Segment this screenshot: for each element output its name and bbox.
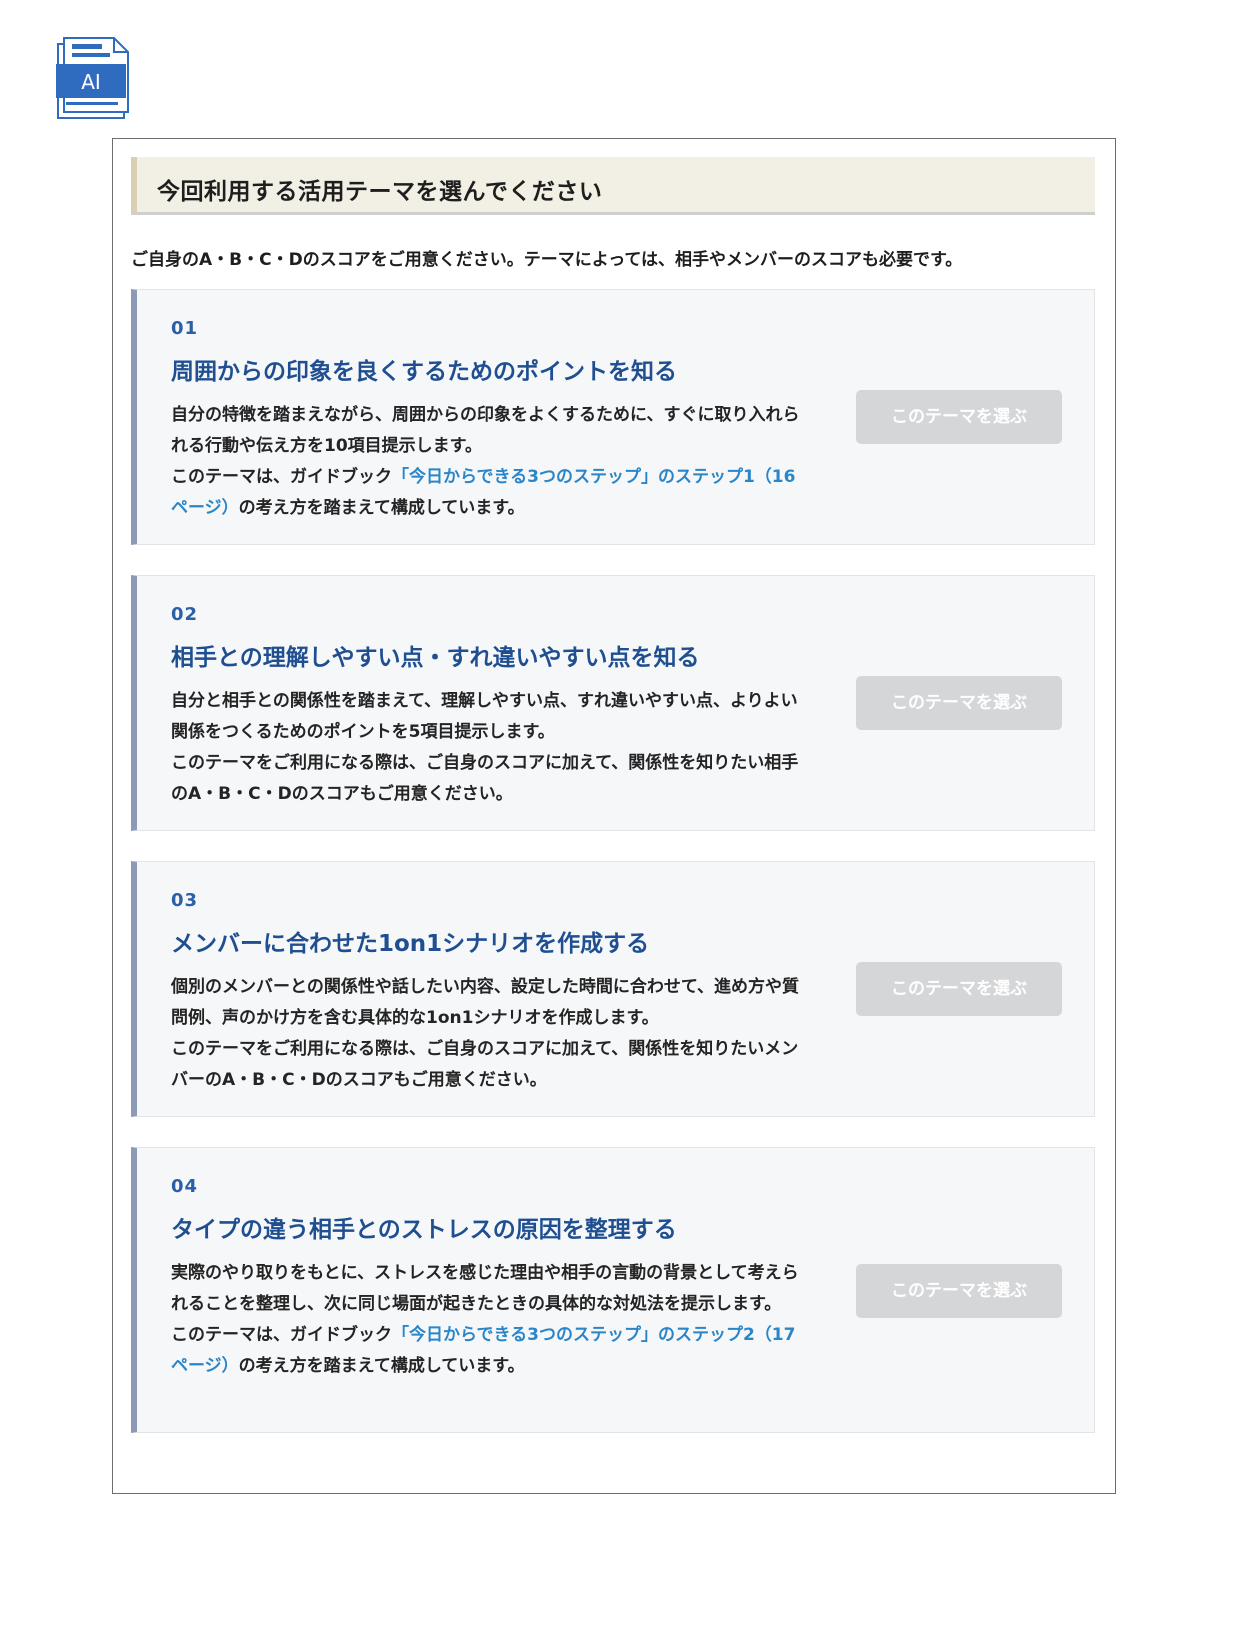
theme-desc-pre: このテーマは、ガイドブック [171, 467, 392, 487]
theme-description: 実際のやり取りをもとに、ストレスを感じた理由や相手の言動の背景として考えられるこ… [171, 1258, 806, 1382]
select-theme-button[interactable]: このテーマを選ぶ [856, 676, 1062, 730]
theme-desc-text: 実際のやり取りをもとに、ストレスを感じた理由や相手の言動の背景として考えられるこ… [171, 1263, 799, 1314]
theme-desc-pre: このテーマは、ガイドブック [171, 1325, 392, 1345]
theme-card-02: 02 相手との理解しやすい点・すれ違いやすい点を知る 自分と相手との関係性を踏ま… [131, 575, 1095, 831]
theme-desc-post: の考え方を踏まえて構成しています。 [238, 1356, 525, 1376]
theme-title: 相手との理解しやすい点・すれ違いやすい点を知る [171, 645, 700, 671]
theme-desc-note: このテーマをご利用になる際は、ご自身のスコアに加えて、関係性を知りたい相手のA・… [171, 753, 799, 804]
theme-description: 自分の特徴を踏まえながら、周囲からの印象をよくするために、すぐに取り入れられる行… [171, 400, 806, 524]
logo-text: AI [81, 70, 101, 94]
theme-number: 03 [171, 890, 199, 911]
theme-description: 個別のメンバーとの関係性や話したい内容、設定した時間に合わせて、進め方や質問例、… [171, 972, 806, 1096]
select-theme-button[interactable]: このテーマを選ぶ [856, 1264, 1062, 1318]
theme-title: メンバーに合わせた1on1シナリオを作成する [171, 931, 650, 957]
select-theme-button[interactable]: このテーマを選ぶ [856, 390, 1062, 444]
theme-desc-text: 自分と相手との関係性を踏まえて、理解しやすい点、すれ違いやすい点、よりよい関係を… [171, 691, 798, 742]
theme-card-01: 01 周囲からの印象を良くするためのポイントを知る 自分の特徴を踏まえながら、周… [131, 289, 1095, 545]
theme-desc-text: 自分の特徴を踏まえながら、周囲からの印象をよくするために、すぐに取り入れられる行… [171, 405, 800, 456]
theme-card-04: 04 タイプの違う相手とのストレスの原因を整理する 実際のやり取りをもとに、スト… [131, 1147, 1095, 1433]
theme-title: 周囲からの印象を良くするためのポイントを知る [171, 359, 677, 385]
theme-number: 02 [171, 604, 199, 625]
theme-card-03: 03 メンバーに合わせた1on1シナリオを作成する 個別のメンバーとの関係性や話… [131, 861, 1095, 1117]
theme-number: 01 [171, 318, 199, 339]
page-title: 今回利用する活用テーマを選んでください [157, 179, 603, 205]
ai-document-icon: AI [54, 34, 132, 126]
intro-text: ご自身のA・B・C・Dのスコアをご用意ください。テーマによっては、相手やメンバー… [131, 250, 963, 270]
theme-title: タイプの違う相手とのストレスの原因を整理する [171, 1217, 677, 1243]
theme-desc-post: の考え方を踏まえて構成しています。 [238, 498, 525, 518]
theme-description: 自分と相手との関係性を踏まえて、理解しやすい点、すれ違いやすい点、よりよい関係を… [171, 686, 806, 810]
theme-number: 04 [171, 1176, 199, 1197]
theme-desc-text: 個別のメンバーとの関係性や話したい内容、設定した時間に合わせて、進め方や質問例、… [171, 977, 799, 1028]
theme-selection-panel: 今回利用する活用テーマを選んでください ご自身のA・B・C・Dのスコアをご用意く… [112, 138, 1116, 1494]
theme-desc-note: このテーマをご利用になる際は、ご自身のスコアに加えて、関係性を知りたいメンバーの… [171, 1039, 799, 1090]
heading-bar: 今回利用する活用テーマを選んでください [131, 157, 1095, 215]
select-theme-button[interactable]: このテーマを選ぶ [856, 962, 1062, 1016]
